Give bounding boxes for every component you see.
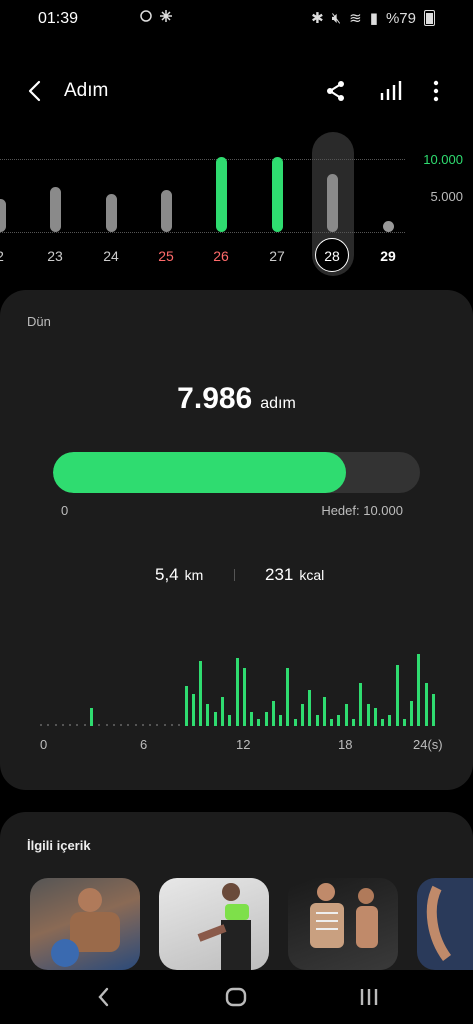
- related-content-title: İlgili içerik: [27, 838, 91, 853]
- calories-value: 231: [265, 565, 294, 584]
- day-label-2[interactable]: 2: [0, 248, 15, 264]
- goal-label: Hedef: 10.000: [321, 503, 403, 518]
- related-thumbnail-4[interactable]: [417, 878, 473, 970]
- goal-progress-fill: [53, 452, 347, 493]
- related-thumbnail-2[interactable]: [159, 878, 269, 970]
- day-label-26[interactable]: 26: [206, 248, 236, 264]
- calories-unit: kcal: [299, 567, 325, 583]
- day-bar-24[interactable]: [106, 194, 117, 232]
- week-step-chart: 10.000 5.000 2 23 24 25 26 27 28 29: [0, 0, 473, 290]
- y-label-10000: 10.000: [423, 152, 463, 167]
- day-bar-28[interactable]: [327, 173, 338, 232]
- day-label-24[interactable]: 24: [96, 248, 126, 264]
- calories-stat: 231 kcal: [265, 565, 324, 585]
- summary-card: [0, 290, 473, 790]
- goal-line: [0, 159, 405, 160]
- day-label-25[interactable]: 25: [151, 248, 181, 264]
- related-thumbnail-3[interactable]: [288, 878, 398, 970]
- distance-value: 5,4: [155, 565, 179, 584]
- progress-min-label: 0: [61, 503, 69, 518]
- distance-unit: km: [184, 567, 204, 583]
- stat-divider: [234, 569, 235, 581]
- step-total: 7.986 adım: [0, 382, 473, 416]
- baseline: [0, 232, 405, 233]
- day-label-28[interactable]: 28: [315, 238, 349, 272]
- nav-back-icon[interactable]: [96, 986, 112, 1008]
- nav-home-icon[interactable]: [225, 986, 247, 1008]
- day-bar-27[interactable]: [272, 156, 283, 232]
- step-unit: adım: [260, 395, 296, 412]
- day-bar-23[interactable]: [50, 187, 61, 232]
- day-bar-26[interactable]: [216, 156, 227, 232]
- y-label-5000: 5.000: [430, 189, 463, 204]
- goal-progress-bar: [53, 452, 420, 493]
- step-count: 7.986: [177, 382, 253, 415]
- distance-stat: 5,4 km: [155, 565, 203, 585]
- related-thumbnail-1[interactable]: [30, 878, 140, 970]
- day-label-23[interactable]: 23: [40, 248, 70, 264]
- day-bar-29[interactable]: [383, 221, 394, 232]
- day-bar-25[interactable]: [161, 189, 172, 232]
- day-bar-2[interactable]: [0, 199, 6, 232]
- day-label-27[interactable]: 27: [262, 248, 292, 264]
- day-label-29[interactable]: 29: [373, 248, 403, 264]
- period-label: Dün: [27, 314, 51, 329]
- nav-recents-icon[interactable]: [359, 986, 379, 1008]
